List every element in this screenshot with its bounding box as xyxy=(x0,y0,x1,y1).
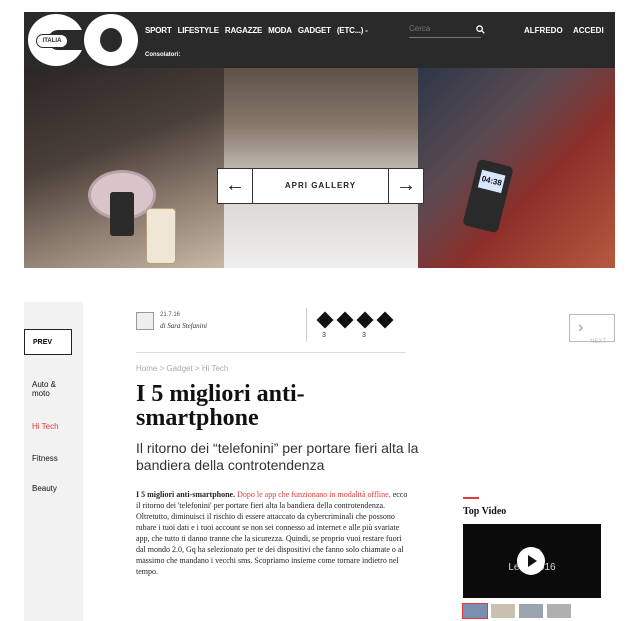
video-player[interactable]: F @ Le M 2016 xyxy=(463,524,601,598)
twitter-icon[interactable] xyxy=(336,311,354,329)
nav-item-lifestyle[interactable]: LIFESTYLE xyxy=(178,26,220,35)
divider xyxy=(306,308,307,342)
nav-item-etc[interactable]: (ETC...) - xyxy=(337,26,368,35)
hero-photo-left xyxy=(24,68,224,268)
phone-image xyxy=(146,208,176,264)
gq-logo[interactable]: ITALIA xyxy=(28,14,146,66)
sidebar-item-hi-tech[interactable]: Hi Tech xyxy=(32,422,59,431)
nav-item-sport[interactable]: SPORT xyxy=(145,26,172,35)
search-input[interactable]: Cerca xyxy=(409,24,481,38)
gallery-prev-button[interactable]: ← xyxy=(218,169,253,203)
author-name[interactable]: di Sara Stefanini xyxy=(160,322,207,330)
login-button[interactable]: ACCEDI xyxy=(573,26,604,35)
nav-item-ragazze[interactable]: RAGAZZE xyxy=(225,26,262,35)
open-gallery-button[interactable]: APRI GALLERY xyxy=(252,169,389,203)
hero-photo-right: 04:38 xyxy=(418,68,615,268)
avatar xyxy=(136,312,154,330)
search-icon[interactable] xyxy=(476,25,485,34)
main-nav: SPORT LIFESTYLE RAGAZZE MODA GADGET (ETC… xyxy=(145,26,368,35)
phone-image xyxy=(110,192,134,236)
logo-letter-q xyxy=(84,14,138,66)
phone-screen-time: 04:38 xyxy=(477,169,506,194)
email-icon[interactable] xyxy=(376,311,394,329)
article-subtitle: Il ritorno dei “telefonini” per portare … xyxy=(136,440,419,473)
sponsors-label: Consolatori: xyxy=(145,52,181,58)
logo-italia-badge: ITALIA xyxy=(36,34,68,48)
phone-image: 04:38 xyxy=(462,158,514,234)
play-icon[interactable] xyxy=(517,547,545,575)
accent-rule xyxy=(463,497,479,499)
video-thumbnail[interactable] xyxy=(547,604,571,618)
nav-item-gadget[interactable]: GADGET xyxy=(298,26,331,35)
gallery-next-button[interactable]: → xyxy=(388,169,423,203)
video-thumbnail[interactable] xyxy=(462,603,488,619)
top-video-title: Top Video xyxy=(463,506,507,517)
video-thumbnail[interactable] xyxy=(519,604,543,618)
facebook-icon[interactable] xyxy=(316,311,334,329)
sidebar-item-fitness[interactable]: Fitness xyxy=(32,454,58,463)
page-frame: ITALIA SPORT LIFESTYLE RAGAZZE MODA GADG… xyxy=(24,12,615,621)
share-count: 3 xyxy=(362,332,366,339)
top-nav-bar: ITALIA SPORT LIFESTYLE RAGAZZE MODA GADG… xyxy=(24,12,615,68)
video-thumbnail[interactable] xyxy=(491,604,515,618)
user-name-link[interactable]: ALFREDO xyxy=(524,26,563,35)
nav-item-moda[interactable]: MODA xyxy=(268,26,292,35)
open-gallery-control[interactable]: ← APRI GALLERY → xyxy=(217,168,424,204)
publish-date: 21.7.16 xyxy=(160,312,181,318)
article-body-text: ecco il ritorno dei 'telefonini' per por… xyxy=(136,490,408,576)
next-article-button[interactable]: › xyxy=(569,314,615,342)
prev-article-button[interactable]: PREV xyxy=(24,329,72,355)
hero-gallery[interactable]: 04:38 ← APRI GALLERY → xyxy=(24,68,615,268)
article-lead: I 5 migliori anti-smartphone. xyxy=(136,490,236,499)
video-thumbnails xyxy=(462,603,571,619)
article-link[interactable]: Dopo le app che funzionano in modalità o… xyxy=(237,490,391,499)
article-title: I 5 migliori anti-smartphone xyxy=(136,381,305,431)
article-body: I 5 migliori anti-smartphone. Dopo le ap… xyxy=(136,489,408,577)
sidebar-item-auto-moto[interactable]: Auto & moto xyxy=(32,380,72,398)
sidebar-item-beauty[interactable]: Beauty xyxy=(32,484,57,493)
next-label: NEXT xyxy=(590,339,607,345)
share-count: 3 xyxy=(322,332,326,339)
google-plus-icon[interactable] xyxy=(356,311,374,329)
breadcrumb[interactable]: Home > Gadget > Hi Tech xyxy=(136,364,228,373)
author-bar: 21.7.16 di Sara Stefanini 3 3 xyxy=(136,308,406,353)
